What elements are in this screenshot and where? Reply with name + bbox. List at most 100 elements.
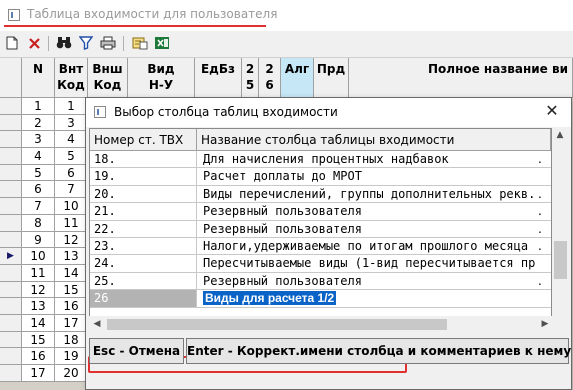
row-indicator[interactable] (0, 214, 22, 232)
list-item[interactable]: 21. Резервный пользователя . (90, 203, 551, 221)
list-item[interactable]: 22. Резервный пользователя . (90, 220, 551, 238)
row-indicator[interactable] (0, 131, 22, 149)
row-indicator[interactable] (0, 198, 22, 215)
selected-list-item[interactable]: 26 Виды для расчета 1/2 (90, 290, 551, 308)
scroll-up-icon[interactable]: ▲ (553, 130, 567, 140)
table-cell-n[interactable]: 15 (22, 331, 55, 349)
table-cell-internal-code[interactable]: 17 (55, 314, 88, 332)
list-item[interactable]: 18. Для начисления процентных надбавок . (90, 151, 551, 169)
app-icon (8, 9, 20, 21)
grid-header-algorithm[interactable]: Алг (281, 58, 314, 98)
list-item-mark (538, 290, 551, 306)
scroll-left-icon[interactable]: ◀ (90, 319, 104, 329)
row-indicator[interactable] (0, 98, 22, 115)
row-indicator[interactable] (0, 114, 22, 132)
table-cell-internal-code[interactable]: 15 (55, 281, 88, 299)
row-indicator[interactable] (0, 181, 22, 199)
table-cell-internal-code[interactable]: 16 (55, 298, 88, 315)
table-cell-n[interactable]: 9 (22, 231, 55, 249)
list-item-mark: . (538, 204, 542, 219)
table-cell-internal-code[interactable]: 5 (55, 148, 88, 165)
print-icon[interactable] (99, 34, 117, 52)
table-cell-internal-code[interactable]: 3 (55, 114, 88, 132)
table-cell-n[interactable]: 2 (22, 114, 55, 132)
filter-icon[interactable] (77, 34, 95, 52)
toolbar (0, 31, 573, 58)
table-cell-n[interactable]: 13 (22, 298, 55, 315)
scroll-right-icon[interactable]: ▶ (538, 319, 552, 329)
binoculars-icon[interactable] (55, 34, 73, 52)
list-item[interactable]: 24. Пересчитываемые виды (1-вид пересчит… (90, 255, 551, 273)
grid-header-type[interactable]: Вид Н-У (128, 58, 195, 98)
row-indicator[interactable] (0, 348, 22, 365)
column-header-number[interactable]: Номер ст. ТВХ (90, 129, 197, 151)
grid-header-full-name[interactable]: Полное название ви (349, 58, 573, 98)
excel-icon[interactable] (153, 34, 171, 52)
table-cell-n[interactable]: 17 (22, 365, 55, 382)
list-item[interactable]: 19. Расчет доплаты до МРОТ (90, 168, 551, 186)
table-cell-internal-code[interactable]: 10 (55, 198, 88, 215)
list-item-name-editor[interactable]: Виды для расчета 1/2 (197, 290, 538, 306)
grid-header-internal-code[interactable]: Внт Код (55, 58, 88, 98)
close-icon[interactable]: ✕ (541, 100, 563, 122)
list-item[interactable]: 23. Налоги,удерживаемые по итогам прошло… (90, 237, 551, 256)
table-cell-n[interactable]: 8 (22, 214, 55, 232)
row-indicator[interactable] (0, 365, 22, 382)
table-cell-n[interactable]: 6 (22, 181, 55, 199)
grid-header-unit[interactable]: ЕдБз (195, 58, 242, 98)
table-cell-internal-code[interactable]: 6 (55, 164, 88, 182)
row-indicator[interactable] (0, 231, 22, 249)
grid-header-external-code[interactable]: Внш Код (88, 58, 128, 98)
list-item-name: Виды перечислений, группы дополнительных… (203, 186, 536, 201)
table-cell-internal-code[interactable]: 13 (55, 248, 88, 265)
list-item[interactable]: 20. Виды перечислений, группы дополнител… (90, 185, 551, 204)
grid-header-n[interactable]: N (22, 58, 55, 98)
table-cell-n[interactable]: 4 (22, 148, 55, 165)
table-cell-n[interactable]: 14 (22, 314, 55, 332)
vertical-scrollbar[interactable]: ▲ (552, 128, 569, 316)
grid-header-26[interactable]: 2 6 (259, 58, 281, 98)
dialog-app-icon (94, 106, 106, 118)
current-row-marker[interactable]: ▶ (0, 248, 22, 265)
toolbar-separator (48, 36, 49, 51)
list-item-number: 24. (90, 255, 197, 272)
table-cell-n[interactable]: 7 (22, 198, 55, 215)
row-indicator[interactable] (0, 298, 22, 315)
cancel-button[interactable]: Esc - Отмена (89, 338, 184, 364)
row-indicator[interactable] (0, 148, 22, 165)
table-cell-n[interactable]: 5 (22, 164, 55, 182)
table-cell-internal-code[interactable]: 18 (55, 331, 88, 349)
table-cell-internal-code[interactable]: 14 (55, 264, 88, 282)
table-cell-n[interactable]: 1 (22, 98, 55, 115)
grid-header-25[interactable]: 2 5 (242, 58, 259, 98)
export-icon[interactable] (131, 34, 149, 52)
table-cell-n[interactable]: 16 (22, 348, 55, 365)
row-indicator[interactable] (0, 164, 22, 182)
row-indicator[interactable] (0, 281, 22, 299)
table-cell-n[interactable]: 11 (22, 264, 55, 282)
table-cell-n[interactable]: 12 (22, 281, 55, 299)
table-cell-internal-code[interactable]: 19 (55, 348, 88, 365)
row-indicator[interactable] (0, 331, 22, 349)
list-item-mark (538, 168, 551, 184)
new-document-icon[interactable] (3, 34, 21, 52)
table-cell-internal-code[interactable]: 12 (55, 231, 88, 249)
table-cell-internal-code[interactable]: 11 (55, 214, 88, 232)
rename-column-button[interactable]: Enter - Коррект.имени столбца и коммента… (186, 338, 571, 364)
table-cell-internal-code[interactable]: 4 (55, 131, 88, 149)
table-cell-n[interactable]: 10 (22, 248, 55, 265)
horizontal-scroll-thumb[interactable] (107, 319, 447, 330)
row-indicator[interactable] (0, 314, 22, 332)
vertical-scroll-thumb[interactable] (554, 241, 567, 279)
row-indicator[interactable] (0, 264, 22, 282)
table-cell-n[interactable]: 3 (22, 131, 55, 149)
delete-icon[interactable] (25, 34, 43, 52)
internal-code-column: 1 3 4 5 6 7 10 11 12 13 14 15 16 17 18 1… (55, 98, 88, 382)
horizontal-scrollbar[interactable]: ◀ ▶ (89, 316, 569, 333)
column-header-name[interactable]: Название столбца таблицы входимости (197, 129, 551, 151)
list-item[interactable]: 25. Резервный пользователя . (90, 272, 551, 291)
table-cell-internal-code[interactable]: 20 (55, 365, 88, 382)
table-cell-internal-code[interactable]: 7 (55, 181, 88, 199)
grid-header-prd[interactable]: Прд (314, 58, 349, 98)
table-cell-internal-code[interactable]: 1 (55, 98, 88, 115)
